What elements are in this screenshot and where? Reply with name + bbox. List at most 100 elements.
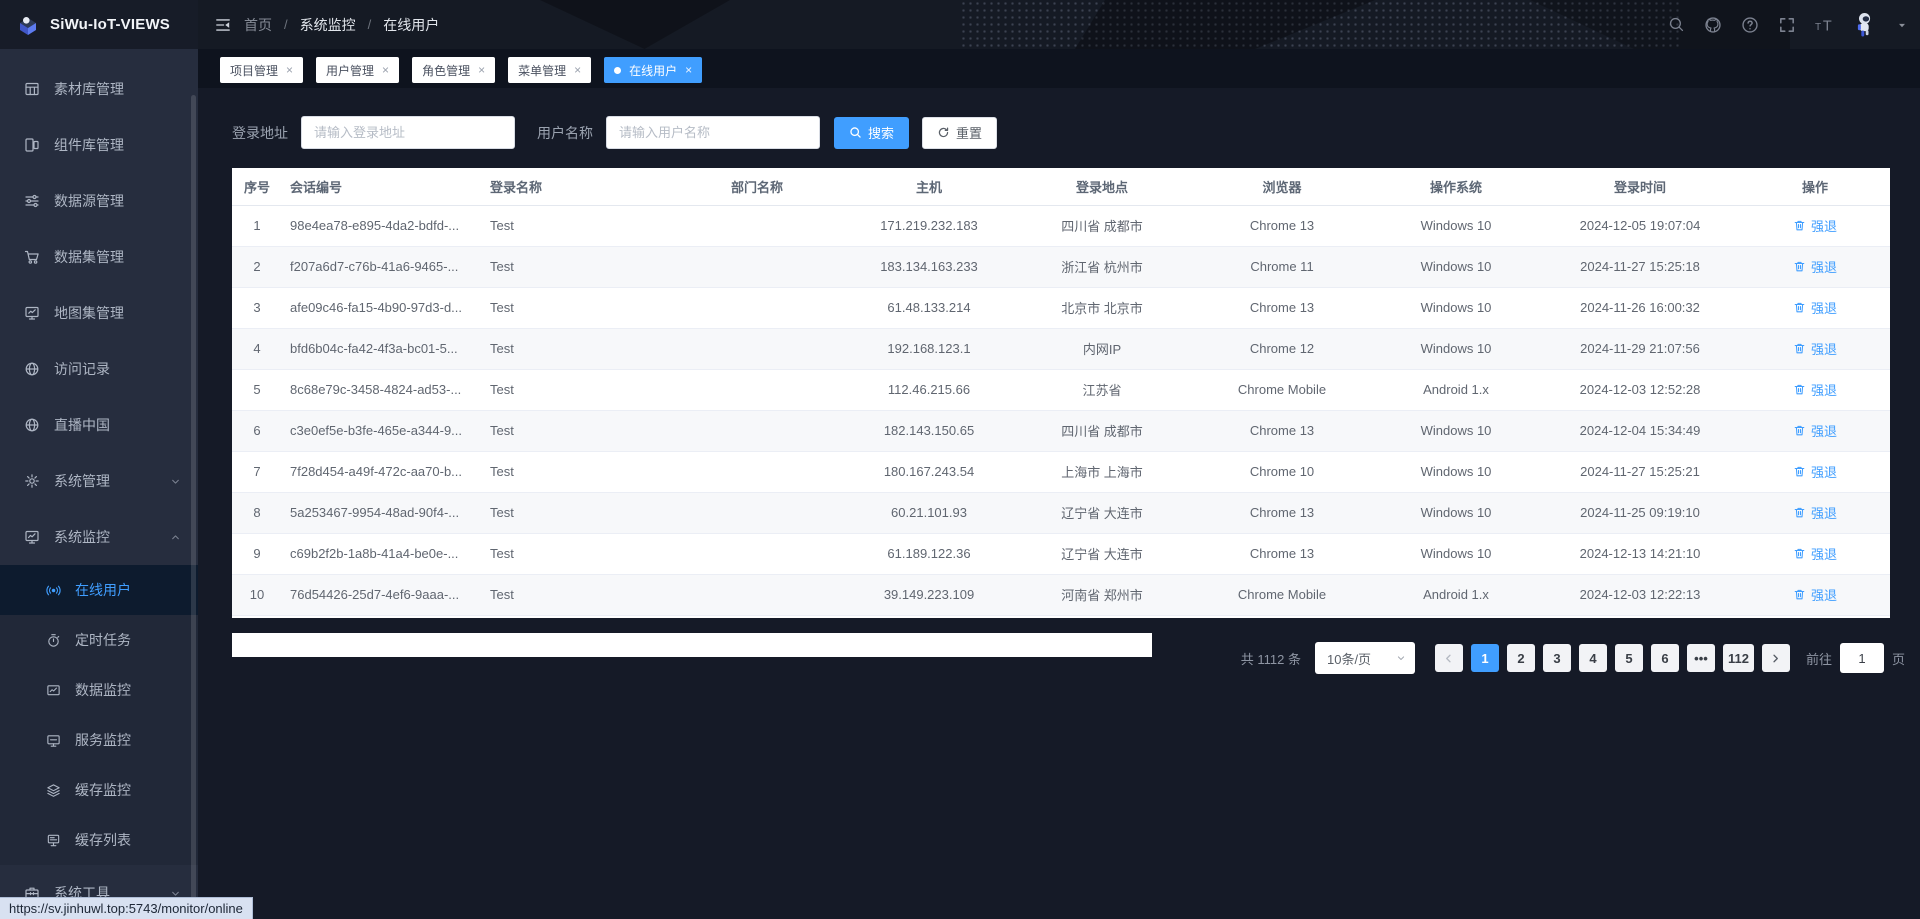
force-logout-button[interactable]: 强退 [1793, 216, 1837, 235]
sidebar-item-data-monitor[interactable]: 数据监控 [0, 665, 198, 715]
page-button-4[interactable]: 4 [1579, 644, 1607, 672]
cell-browser: Chrome 13 [1192, 287, 1372, 328]
force-logout-button[interactable]: 强退 [1793, 503, 1837, 522]
app-title: SiWu-IoT-VIEWS [50, 16, 170, 33]
prev-page-button[interactable] [1435, 644, 1463, 672]
page-size-select[interactable]: 10条/页 [1315, 642, 1415, 674]
sidebar-item-map-atlas-manage[interactable]: 地图集管理 [0, 285, 198, 341]
cell-location: 上海市 上海市 [1012, 451, 1192, 492]
more-pages-button[interactable]: ••• [1687, 644, 1715, 672]
page-button-1[interactable]: 1 [1471, 644, 1499, 672]
filter-bar: 登录地址 用户名称 搜索 重置 [232, 116, 997, 149]
sidebar-scrollbar[interactable] [191, 95, 196, 919]
sidebar-item-label: 系统管理 [54, 471, 155, 491]
trash-icon [1793, 301, 1806, 314]
header-facet-decoration [1075, 0, 1375, 49]
goto-page-input[interactable] [1840, 643, 1884, 673]
sidebar-item-system-monitor[interactable]: 系统监控 [0, 509, 198, 565]
force-logout-label: 强退 [1811, 298, 1837, 317]
app-root: SiWu-IoT-VIEWS 首页 / 系统监控 / 在线用户 TT [0, 0, 1920, 919]
force-logout-button[interactable]: 强退 [1793, 462, 1837, 481]
sidebar-item-system-manage[interactable]: 系统管理 [0, 453, 198, 509]
next-page-button[interactable] [1762, 644, 1790, 672]
close-tab-icon[interactable]: × [574, 64, 581, 76]
sidebar-item-service-monitor[interactable]: 服务监控 [0, 715, 198, 765]
page-button-5[interactable]: 5 [1615, 644, 1643, 672]
tab-menu-manage[interactable]: 菜单管理 × [508, 57, 591, 83]
sidebar-item-cache-monitor[interactable]: 缓存监控 [0, 765, 198, 815]
cell-location: 江苏省 [1012, 369, 1192, 410]
tab-online-user[interactable]: 在线用户× [604, 57, 702, 83]
online-signal-icon [46, 583, 61, 598]
tab-project-manage[interactable]: 项目管理 × [220, 57, 303, 83]
page-button-6[interactable]: 6 [1651, 644, 1679, 672]
sidebar-item-dataset-manage[interactable]: 数据集管理 [0, 229, 198, 285]
close-tab-icon[interactable]: × [685, 64, 692, 76]
close-tab-icon[interactable]: × [286, 64, 293, 76]
user-avatar[interactable] [1853, 10, 1877, 40]
font-size-icon[interactable]: TT [1815, 16, 1834, 34]
force-logout-button[interactable]: 强退 [1793, 298, 1837, 317]
force-logout-button[interactable]: 强退 [1793, 421, 1837, 440]
force-logout-button[interactable]: 强退 [1793, 585, 1837, 604]
breadcrumb-home[interactable]: 首页 [244, 15, 272, 35]
sidebar-item-online-user[interactable]: 在线用户 [0, 565, 198, 615]
sidebar-item-cron-task[interactable]: 定时任务 [0, 615, 198, 665]
tab-role-manage[interactable]: 角色管理× [412, 57, 495, 83]
sidebar-item-datasource-manage[interactable]: 数据源管理 [0, 173, 198, 229]
force-logout-button[interactable]: 强退 [1793, 544, 1837, 563]
force-logout-button[interactable]: 强退 [1793, 339, 1837, 358]
table-row: 3afe09c46-fa15-4b90-97d3-d...Test61.48.1… [232, 287, 1890, 328]
force-logout-button[interactable]: 强退 [1793, 380, 1837, 399]
cell-location: 河南省 郑州市 [1012, 574, 1192, 615]
fullscreen-icon[interactable] [1778, 16, 1796, 34]
search-icon[interactable] [1668, 16, 1685, 33]
column-header: 部门名称 [668, 168, 846, 205]
cell-browser: Chrome 12 [1192, 328, 1372, 369]
chevron-left-icon [1442, 652, 1455, 665]
page-button-2[interactable]: 2 [1507, 644, 1535, 672]
tab-user-manage[interactable]: 用户管理× [316, 57, 399, 83]
cart-icon [24, 249, 40, 265]
cell-browser: Chrome 13 [1192, 410, 1372, 451]
github-icon[interactable] [1704, 16, 1722, 34]
close-tab-icon[interactable]: × [478, 64, 485, 76]
cell-dept [668, 410, 846, 451]
layers-icon [46, 783, 61, 798]
breadcrumb-system-monitor[interactable]: 系统监控 [300, 15, 356, 35]
close-tab-icon[interactable]: × [382, 64, 389, 76]
cell-action: 强退 [1740, 287, 1890, 328]
page-button-112[interactable]: 112 [1723, 644, 1754, 672]
search-button[interactable]: 搜索 [834, 117, 909, 149]
sliders-icon [24, 193, 40, 209]
sidebar-item-component-library[interactable]: 组件库管理 [0, 117, 198, 173]
collapse-sidebar-icon[interactable] [214, 16, 232, 34]
search-icon [849, 126, 862, 139]
cell-time: 2024-11-29 21:07:56 [1540, 328, 1740, 369]
svg-text:T: T [1823, 18, 1832, 33]
page-button-3[interactable]: 3 [1543, 644, 1571, 672]
cell-host: 180.167.243.54 [846, 451, 1012, 492]
cell-location: 辽宁省 大连市 [1012, 492, 1192, 533]
cell-session: 76d54426-25d7-4ef6-9aaa-... [282, 574, 482, 615]
sidebar-item-label: 素材库管理 [54, 79, 182, 99]
reset-button[interactable]: 重置 [922, 117, 997, 149]
help-icon[interactable] [1741, 16, 1759, 34]
chevron-up-icon [169, 531, 182, 544]
force-logout-label: 强退 [1811, 380, 1837, 399]
force-logout-label: 强退 [1811, 544, 1837, 563]
caret-down-icon[interactable] [1896, 19, 1908, 31]
tab-label: 项目管理 [230, 62, 278, 79]
sidebar-item-material-library[interactable]: 素材库管理 [0, 61, 198, 117]
cell-dept [668, 287, 846, 328]
user-name-input[interactable] [606, 116, 820, 149]
login-address-input[interactable] [301, 116, 515, 149]
tab-label: 菜单管理 [518, 62, 566, 79]
sidebar-item-visit-log[interactable]: 访问记录 [0, 341, 198, 397]
force-logout-button[interactable]: 强退 [1793, 257, 1837, 276]
cell-browser: Chrome 13 [1192, 533, 1372, 574]
sidebar-item-live-china[interactable]: 直播中国 [0, 397, 198, 453]
table-row: 2f207a6d7-c76b-41a6-9465-...Test183.134.… [232, 246, 1890, 287]
sidebar-item-cache-list[interactable]: 缓存列表 [0, 815, 198, 865]
cell-action: 强退 [1740, 246, 1890, 287]
